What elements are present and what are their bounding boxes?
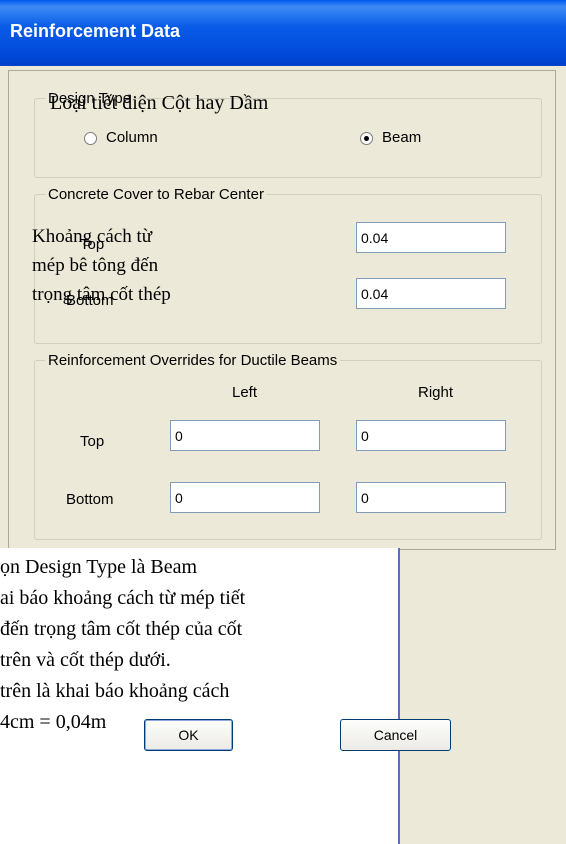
ductile-overrides-legend: Reinforcement Overrides for Ductile Beam… (48, 352, 338, 369)
title-bar[interactable]: Reinforcement Data (0, 0, 566, 66)
beam-annotation-line: ọn Design Type là Beam (0, 556, 198, 578)
override-top-left-field[interactable] (170, 420, 320, 451)
override-bottom-right-field[interactable] (356, 482, 506, 513)
cover-annotation: Khoảng cách từ mép bê tông đến trọng tâm… (32, 222, 171, 309)
design-type-annotation: Loại tiết diện Cột hay Dầm (50, 92, 269, 114)
override-top-label: Top (80, 433, 105, 450)
concrete-cover-legend: Concrete Cover to Rebar Center (48, 186, 264, 203)
column-radio-label[interactable]: Column (106, 129, 158, 146)
cover-annotation-line: trọng tâm cốt thép (32, 284, 171, 305)
ok-button[interactable]: OK (144, 719, 233, 751)
beam-annotation-line: đến trọng tâm cốt thép của cốt (0, 618, 243, 640)
annotation-border-line (398, 548, 400, 844)
overrides-right-header: Right (418, 384, 454, 401)
override-bottom-label: Bottom (66, 491, 114, 508)
override-top-right-field[interactable] (356, 420, 506, 451)
cover-annotation-line: mép bê tông đến (32, 255, 159, 276)
beam-annotation-line: ai báo khoảng cách từ mép tiết (0, 587, 246, 609)
cover-top-field[interactable] (356, 222, 506, 253)
overrides-left-header: Left (232, 384, 258, 401)
beam-annotation-line: trên là khai báo khoảng cách (0, 680, 230, 702)
cover-bottom-field[interactable] (356, 278, 506, 309)
beam-annotation-line: trên và cốt thép dưới. (0, 649, 171, 671)
beam-radio[interactable] (360, 132, 373, 145)
cancel-button[interactable]: Cancel (340, 719, 451, 751)
beam-radio-label[interactable]: Beam (382, 129, 421, 146)
window-title: Reinforcement Data (10, 21, 181, 41)
column-radio[interactable] (84, 132, 97, 145)
cover-annotation-line: Khoảng cách từ (32, 226, 153, 247)
beam-annotation: ọn Design Type là Beam ai báo khoảng các… (0, 552, 245, 738)
override-bottom-left-field[interactable] (170, 482, 320, 513)
